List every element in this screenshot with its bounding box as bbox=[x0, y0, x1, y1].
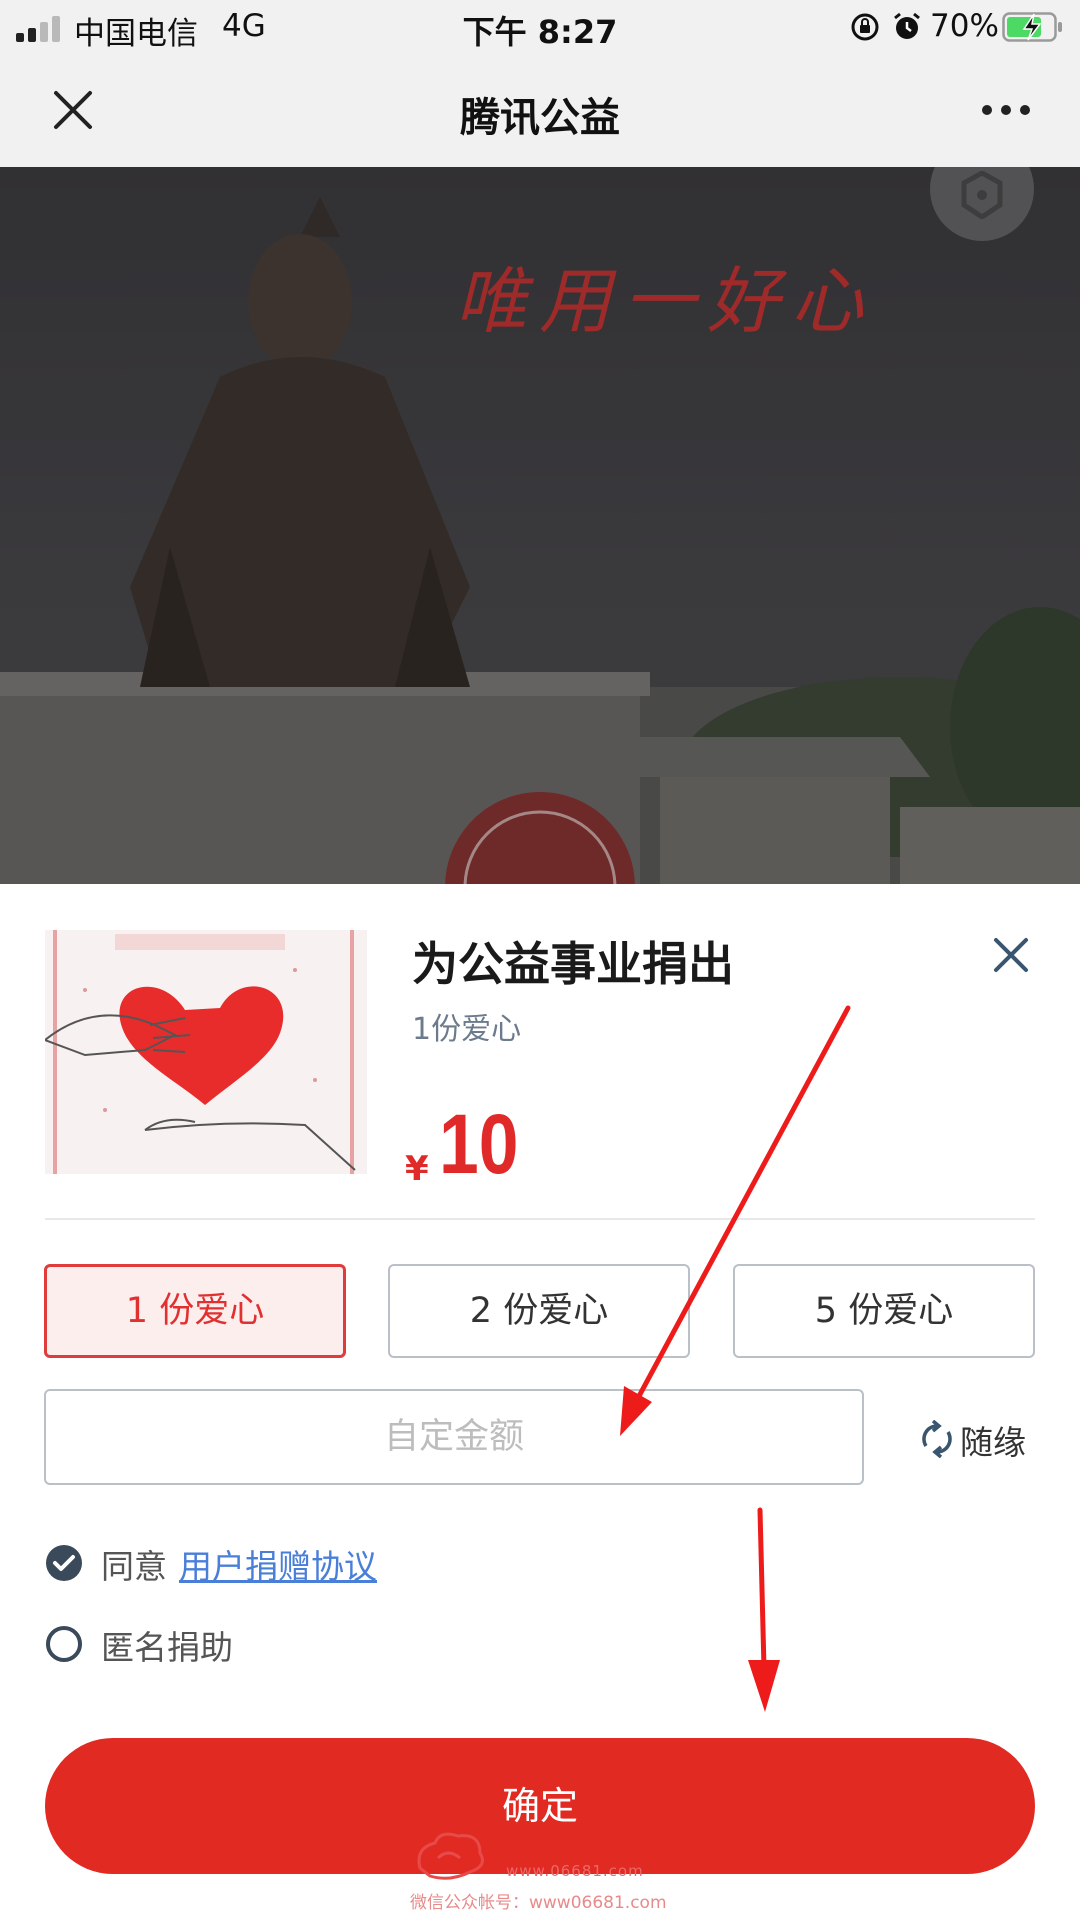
radio-empty-icon[interactable] bbox=[45, 1625, 83, 1663]
close-icon[interactable] bbox=[992, 936, 1030, 974]
battery-charging-icon bbox=[1002, 12, 1062, 42]
option-1-share-button[interactable]: 1 份爱心 bbox=[44, 1264, 346, 1358]
sheet-subtitle: 1份爱心 bbox=[412, 1012, 522, 1047]
donation-agreement-link[interactable]: 用户捐赠协议 bbox=[179, 1540, 377, 1588]
orientation-lock-icon bbox=[851, 13, 879, 41]
price-display: ¥10 bbox=[405, 1096, 532, 1193]
page-title: 腾讯公益 bbox=[460, 95, 620, 141]
custom-amount-input[interactable]: 自定金额 bbox=[44, 1389, 864, 1485]
option-2-shares-button[interactable]: 2 份爱心 bbox=[388, 1264, 690, 1358]
agree-label: 同意 bbox=[101, 1547, 167, 1586]
price-value: 10 bbox=[438, 1097, 519, 1191]
watermark: 信宜玉都风情 www.06681.com 微信公众帐号：www06681.com bbox=[410, 1828, 670, 1918]
currency-symbol: ¥ bbox=[405, 1149, 429, 1189]
anonymous-label: 匿名捐助 bbox=[101, 1628, 233, 1667]
divider bbox=[45, 1218, 1035, 1220]
hero-banner-image: 唯用一好心 bbox=[0, 167, 1080, 884]
watermark-subtitle: 微信公众帐号：www06681.com bbox=[410, 1893, 667, 1913]
check-circle-icon[interactable] bbox=[45, 1544, 83, 1582]
shield-icon bbox=[961, 171, 1003, 219]
product-thumbnail bbox=[45, 930, 367, 1174]
sheet-title: 为公益事业捐出 bbox=[412, 937, 734, 991]
heart-hands-image bbox=[45, 930, 367, 1174]
option-5-shares-button[interactable]: 5 份爱心 bbox=[733, 1264, 1035, 1358]
agree-row: 同意 用户捐赠协议 bbox=[45, 1538, 645, 1586]
hero-calligraphy: 唯用一好心 bbox=[455, 259, 876, 343]
donation-sheet: 为公益事业捐出 1份爱心 ¥10 1 份爱心 2 份爱心 5 份爱心 自定金额 … bbox=[0, 884, 1080, 1920]
more-dots-icon[interactable] bbox=[980, 103, 1032, 117]
watermark-url: www.06681.com bbox=[506, 1862, 644, 1880]
nav-bar: 腾讯公益 bbox=[0, 55, 1080, 167]
random-label: 随缘 bbox=[960, 1423, 1026, 1462]
refresh-icon bbox=[922, 1420, 952, 1458]
anonymous-row: 匿名捐助 bbox=[45, 1619, 445, 1667]
alarm-icon bbox=[894, 12, 920, 39]
status-bar: 中国电信 4G 下午 8:27 70% bbox=[0, 0, 1080, 55]
watermark-logo: 信宜玉都风情 bbox=[417, 1832, 484, 1880]
battery-percent: 70% bbox=[930, 8, 999, 44]
random-amount-button[interactable]: 随缘 bbox=[920, 1414, 1040, 1464]
